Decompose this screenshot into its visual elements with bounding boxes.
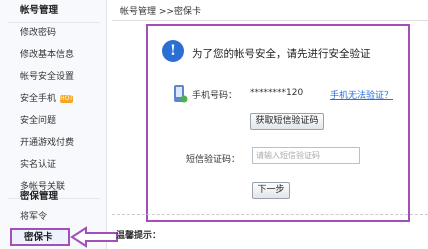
sidebar-heading-account: 帐号管理 (20, 5, 59, 16)
sidebar-item-security-question[interactable]: 安全问题 (0, 110, 106, 132)
sidebar-item-security-phone[interactable]: 安全手机 HOT (0, 88, 106, 110)
divider (112, 20, 428, 21)
tips-title: 温馨提示： (116, 231, 162, 241)
hot-badge: HOT (60, 94, 74, 103)
sidebar-item-change-password[interactable]: 修改密码 (0, 22, 106, 44)
sidebar: 帐号管理 修改密码 修改基本信息 帐号安全设置 安全手机 HOT 安全问题 开通游… (0, 0, 107, 249)
divider (112, 214, 428, 215)
sidebar-item-basic-info[interactable]: 修改基本信息 (0, 44, 106, 66)
sidebar-item-label: 密保卡 (24, 232, 53, 243)
verification-title: 为了您的帐号安全，请先进行安全验证 (192, 48, 371, 60)
sidebar-item-realname[interactable]: 实名认证 (0, 154, 106, 176)
phone-value: ********120 (250, 88, 304, 98)
phone-icon (174, 85, 188, 103)
phone-label: 手机号码： (192, 91, 238, 101)
get-sms-code-button[interactable]: 获取短信验证码 (250, 113, 324, 130)
phone-unavailable-link[interactable]: 手机无法验证？ (330, 88, 393, 101)
sidebar-item-token[interactable]: 将军令 (0, 206, 106, 228)
sidebar-item-game-payment[interactable]: 开通游戏付费 (0, 132, 106, 154)
arrow-left-icon (70, 226, 118, 248)
sms-code-label: 短信验证码： (186, 155, 241, 165)
sms-code-input[interactable]: 请输入短信验证码 (252, 147, 360, 164)
breadcrumb: 帐号管理 >>密保卡 (120, 7, 201, 17)
sidebar-item-security-settings[interactable]: 帐号安全设置 (0, 66, 106, 88)
sidebar-item-label: 安全手机 (20, 94, 57, 104)
info-icon: ! (162, 40, 184, 62)
sidebar-heading-mibao: 密保管理 (20, 191, 59, 202)
next-button[interactable]: 下一步 (252, 182, 290, 199)
